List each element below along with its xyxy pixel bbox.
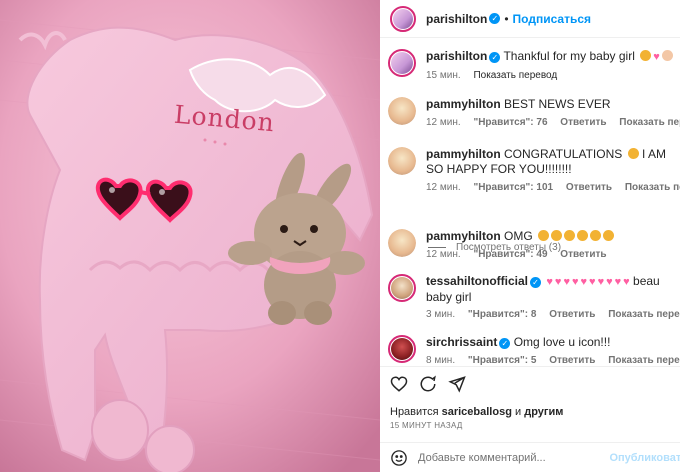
comment-item: pammyhilton BEST NEWS EVER 12 мин. "Нрав… [380,97,680,128]
show-translation-button[interactable]: Показать перевод [619,117,680,128]
post-photo[interactable]: London [0,0,380,472]
show-translation-button[interactable]: Показать перевод [625,182,680,193]
show-translation-button[interactable]: Показать перевод [608,355,680,365]
pink-heart-icon: ♥ [653,51,660,63]
comment-likes[interactable]: "Нравится": 8 [468,309,537,320]
comment-item: tessahiltonofficial ✓ ♥ ♥ ♥ ♥ ♥ ♥ ♥ ♥ ♥ ♥ beau bab… [380,274,680,320]
comment-username[interactable]: sirchrissaint [426,335,497,349]
crying-face-icon [551,230,563,241]
show-translation-button[interactable]: Показать перевод [473,70,557,81]
comment-likes[interactable]: "Нравится": 5 [468,355,537,365]
comment-time: 3 мин. [426,309,456,320]
comment-text: OMG [504,229,533,243]
avatar[interactable] [388,229,416,257]
comment-time: 12 мин. [426,182,461,193]
post-header: parishilton ✓ • Подписаться [380,0,680,38]
pink-heart-icon: ♥ [546,276,553,288]
post-actions: Нравится sariceballosg и другим 15 МИНУТ… [380,366,680,472]
comment-time: 12 мин. [426,249,461,260]
pink-heart-icon: ♥ [571,276,579,288]
crying-face-icon [590,230,602,241]
caption-comment: parishilton ✓ Thankful for my baby girl ♥… [380,49,680,81]
comment-time: 8 мин. [426,355,456,365]
comment-text: beau [633,274,660,288]
share-icon[interactable] [448,375,466,393]
comment-time: 12 мин. [426,117,461,128]
comment-time: 15 мин. [426,70,461,81]
crying-face-icon [538,230,550,241]
publish-button[interactable]: Опубликовать [609,452,680,464]
comment-text-continued: baby girl [426,290,472,304]
comment-input[interactable] [418,452,610,464]
follow-button[interactable]: Подписаться [513,12,591,26]
comment-item: pammyhilton OMG 12 мин. "Нравится": 49 О… [380,229,680,260]
likes-summary[interactable]: Нравится sariceballosg и другим [390,406,563,418]
emoji-smile-icon[interactable] [390,449,408,467]
verified-badge-icon: ✓ [499,338,511,349]
comment-item: pammyhilton CONGRATULATIONS I AM SO HAPP… [380,147,680,193]
comment-text: CONGRATULATIONS [504,147,623,161]
crying-face-icon [603,230,615,241]
comment-username[interactable]: pammyhilton [426,147,501,161]
comment-username[interactable]: pammyhilton [426,97,501,111]
reply-button[interactable]: Ответить [560,117,606,128]
post-time-ago: 15 МИНУТ НАЗАД [390,421,463,430]
avatar[interactable] [388,274,416,302]
pink-heart-icon: ♥ [563,276,570,288]
pink-heart-icon: ♥ [614,276,622,288]
separator-dot: • [504,11,509,26]
pink-heart-icon: ♥ [580,276,588,288]
verified-badge-icon: ✓ [489,13,501,24]
comment-text: Omg love u icon!!! [513,335,611,349]
comment-likes[interactable]: "Нравится": 49 [473,249,547,260]
comments-list[interactable]: parishilton ✓ Thankful for my baby girl ♥… [380,39,680,365]
comment-username[interactable]: pammyhilton [426,229,501,243]
crying-face-icon [577,230,589,241]
post-side-panel: parishilton ✓ • Подписаться parishilton ✓… [380,0,680,472]
likes-user[interactable]: sariceballosg [442,406,512,418]
comment-icon[interactable] [419,375,437,393]
avatar[interactable] [388,97,416,125]
crying-face-icon [627,148,639,159]
comment-item: sirchrissaint ✓ Omg love u icon!!! 8 мин.… [380,335,680,365]
add-comment-bar: Опубликовать [380,442,680,472]
reply-button[interactable]: Ответить [549,309,595,320]
reply-button[interactable]: Ответить [566,182,612,193]
comment-username[interactable]: parishilton [426,49,487,63]
likes-middle: и [515,406,522,418]
avatar[interactable] [388,335,416,363]
author-username[interactable]: parishilton [426,12,487,26]
action-icons [390,375,466,393]
pink-heart-icon: ♥ [623,276,630,288]
pink-heart-icon: ♥ [554,276,562,288]
crying-face-icon [640,50,652,61]
comment-text: Thankful for my baby girl [503,49,635,63]
pink-heart-icon: ♥ [597,276,605,288]
show-translation-button[interactable]: Показать перевод [608,309,680,320]
likes-prefix: Нравится [390,406,439,418]
reply-button[interactable]: Ответить [560,249,606,260]
comment-username[interactable]: tessahiltonofficial [426,274,528,288]
heart-icon[interactable] [390,375,408,393]
pink-heart-icon: ♥ [606,276,613,288]
likes-others[interactable]: другим [524,406,563,418]
avatar[interactable] [388,49,416,77]
baby-face-icon [661,50,673,61]
avatar[interactable] [388,147,416,175]
comment-likes[interactable]: "Нравится": 76 [473,117,547,128]
baby-onesie-illustration [0,0,380,472]
comment-likes[interactable]: "Нравится": 101 [473,182,553,193]
verified-badge-icon: ✓ [489,52,501,63]
author-avatar[interactable] [390,5,416,32]
comment-text: BEST NEWS EVER [504,97,611,111]
pink-heart-icon: ♥ [589,276,596,288]
crying-face-icon [564,230,576,241]
verified-badge-icon: ✓ [530,277,542,288]
reply-button[interactable]: Ответить [549,355,595,365]
